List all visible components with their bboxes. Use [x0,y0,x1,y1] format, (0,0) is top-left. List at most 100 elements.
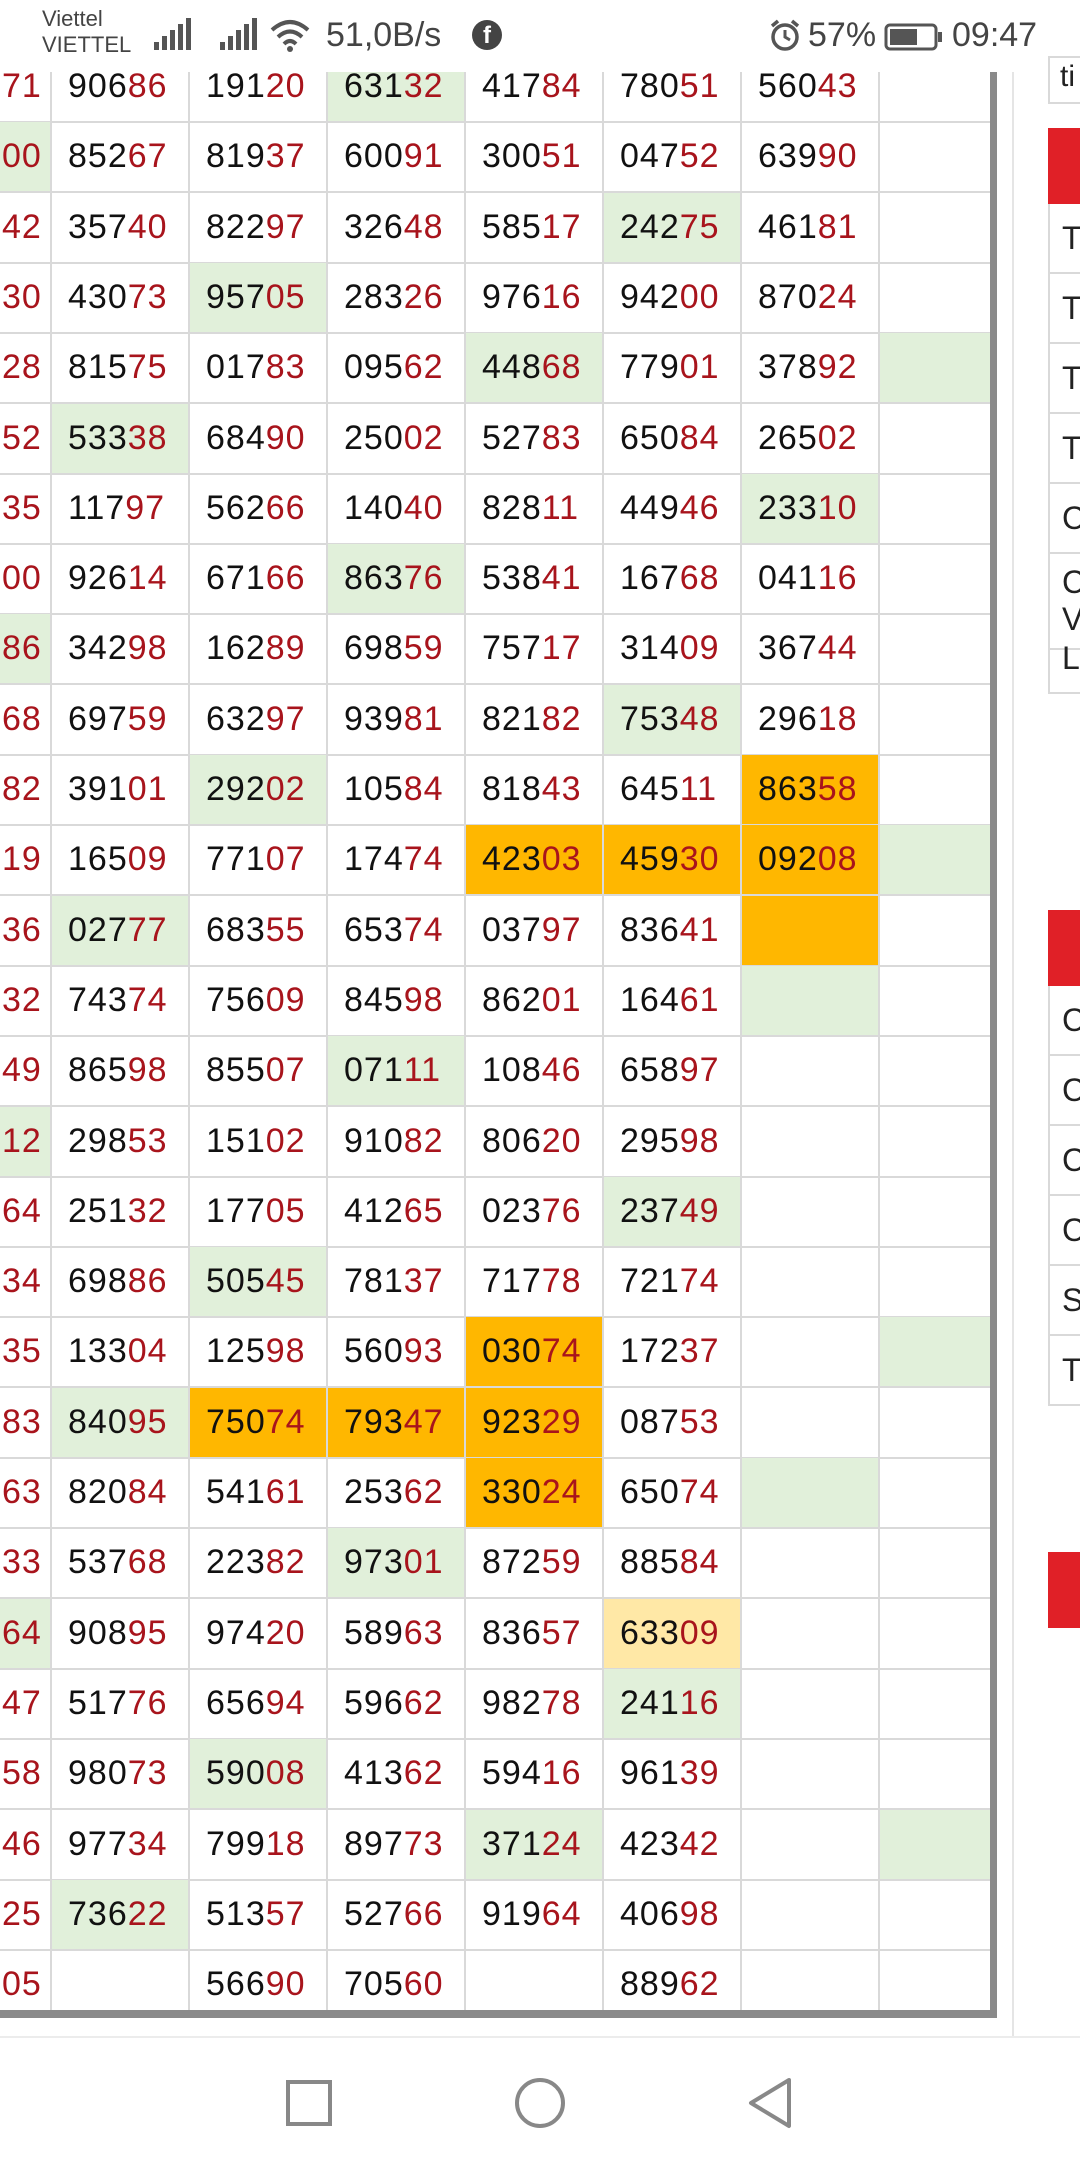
number-prefix: 151 [206,1121,266,1160]
number-suffix: 66 [265,488,306,527]
table-cell: 560 93 [328,1317,466,1389]
number-suffix: 20 [541,1121,582,1160]
number-prefix: 821 [482,699,542,738]
number-suffix: 28 [2,348,42,387]
number-suffix: 98 [265,1332,306,1371]
side-panel-row[interactable]: T [1048,204,1080,274]
number-prefix: 233 [758,488,818,527]
table-cell: 982 78 [466,1668,604,1740]
side-panel-row[interactable]: T [1048,344,1080,414]
table-cell: 639 90 [742,122,880,194]
number-prefix: 162 [206,629,266,668]
home-icon[interactable] [505,2068,575,2138]
table-cell: 942 00 [604,262,742,334]
number-suffix: 05 [2,1965,42,2004]
table-cell: 314 09 [604,614,742,686]
side-panel-row[interactable]: T [1048,274,1080,344]
table-cell: 541 61 [190,1458,328,1529]
table-cell: 872 59 [466,1528,604,1600]
number-suffix: 92 [817,348,858,387]
table-cell: 513 57 [190,1879,328,1951]
number-prefix: 533 [68,418,128,457]
carrier-line1: Viettel [42,6,103,31]
number-suffix: 07 [265,1051,306,1090]
number-suffix: 10 [817,488,858,527]
table-cell: 371 24 [466,1809,604,1881]
side-panel-row[interactable]: C [1048,484,1080,554]
number-prefix: 908 [68,1613,128,1652]
number-prefix: 863 [344,559,404,598]
table-cell: 295 98 [604,1106,742,1178]
side-top-text: ti [1060,60,1075,93]
table-cell: 300 51 [466,122,604,194]
table-cell: 357 40 [52,192,190,264]
number-suffix: 83 [2,1402,42,1441]
table-cell: 818 43 [466,755,604,826]
table-cell [880,965,992,1037]
table-cell [742,1106,880,1178]
number-prefix: 650 [620,418,680,457]
number-prefix: 167 [620,559,680,598]
number-prefix: 037 [482,910,542,949]
side-section-header [1048,128,1080,204]
number-prefix: 242 [620,207,680,246]
number-prefix: 939 [344,699,404,738]
number-suffix: 74 [541,1332,582,1371]
side-panel-row[interactable]: C [1048,1126,1080,1196]
battery-icon [884,23,942,51]
side-panel-row[interactable]: C [1048,986,1080,1056]
back-icon[interactable] [735,2068,805,2138]
number-prefix: 253 [344,1473,404,1511]
table-cell: 977 34 [52,1809,190,1881]
number-prefix: 417 [482,72,542,105]
side-panel-row[interactable]: T [1048,414,1080,484]
number-suffix: 51 [679,72,720,105]
side-panel-row[interactable]: L [1048,624,1080,694]
number-prefix: 092 [758,840,818,879]
table-cell [880,895,992,967]
table-cell: 017 83 [190,333,328,405]
number-prefix: 367 [758,629,818,668]
number-prefix: 430 [68,277,128,316]
table-cell: 237 49 [604,1176,742,1248]
number-suffix: 16 [817,559,858,598]
number-suffix: 97 [541,910,582,949]
number-prefix: 537 [68,1543,128,1582]
number-suffix: 94 [265,1683,306,1722]
table-cell: 047 52 [604,122,742,194]
side-panel-row[interactable]: S [1048,1266,1080,1336]
number-prefix: 865 [68,1051,128,1090]
number-suffix: 53 [127,1121,168,1160]
side-panel-row[interactable]: C [1048,1056,1080,1126]
number-prefix: 087 [620,1402,680,1441]
table-cell [880,192,992,264]
navigation-bar [0,2036,1080,2162]
number-suffix: 97 [125,488,166,527]
table-cell: 976 16 [466,262,604,334]
table-cell: 12 [0,1106,52,1178]
number-prefix: 298 [68,1121,128,1160]
number-prefix: 973 [344,1543,404,1582]
table-cell [880,1458,992,1529]
recent-apps-icon[interactable] [274,2068,344,2138]
number-suffix: 98 [127,629,168,668]
side-panel-row[interactable]: T [1048,1336,1080,1406]
table-cell: 566 90 [190,1950,328,2017]
table-cell: 897 73 [328,1809,466,1881]
table-cell: 980 73 [52,1739,190,1811]
number-prefix: 756 [206,980,266,1019]
table-cell: 83 [0,1387,52,1459]
number-prefix: 840 [68,1402,128,1441]
number-prefix: 047 [620,137,680,176]
table-cell: 292 02 [190,755,328,826]
number-suffix: 84 [679,418,720,457]
number-suffix: 36 [2,910,42,949]
table-cell: 58 [0,1739,52,1811]
number-suffix: 49 [2,1051,42,1090]
side-panel-row[interactable]: C [1048,1196,1080,1266]
number-prefix: 919 [482,1894,542,1933]
number-prefix: 071 [344,1051,404,1090]
table-cell [742,1809,880,1881]
table-cell [880,1036,992,1108]
table-cell: 283 26 [328,262,466,334]
